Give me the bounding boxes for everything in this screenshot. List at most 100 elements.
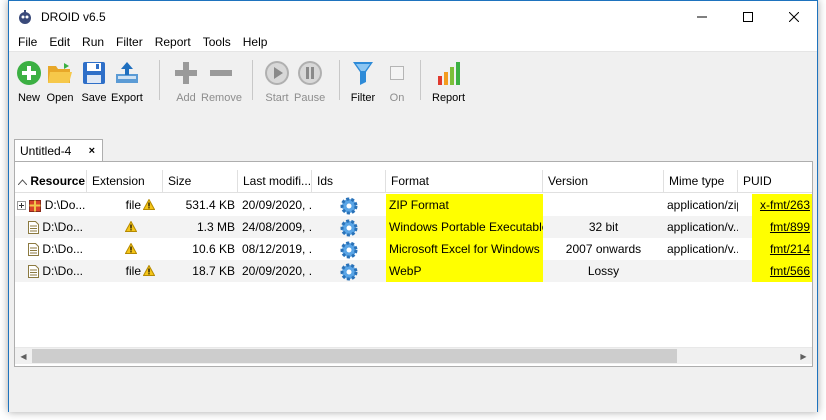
maximize-icon <box>743 11 753 22</box>
menu-filter[interactable]: Filter <box>110 32 149 52</box>
add-button[interactable]: Add <box>172 59 200 104</box>
extension-cell <box>87 238 163 260</box>
format-cell: Windows Portable Executable <box>386 216 543 238</box>
column-header-extension[interactable]: Extension <box>87 170 163 193</box>
document-file-icon <box>28 221 39 235</box>
archive-file-icon <box>29 200 42 213</box>
menu-edit[interactable]: Edit <box>43 32 76 52</box>
table-row[interactable]: D:\Do... 1.3 MB 24/08/2009, ... Windows … <box>15 216 812 238</box>
resource-cell: D:\Do... <box>15 194 87 216</box>
ids-cell <box>312 238 386 260</box>
new-label: New <box>17 92 40 104</box>
minimize-icon <box>697 16 707 17</box>
toolbar: New Open Save Export Add Remove Start Pa… <box>9 52 817 122</box>
droid-app-icon <box>19 9 31 24</box>
open-button[interactable]: Open <box>46 59 74 104</box>
column-header-last-modified[interactable]: Last modifi... <box>238 170 312 193</box>
scroll-left-arrow-icon[interactable]: ◀ <box>15 348 32 365</box>
puid-link[interactable]: fmt/899 <box>752 216 812 238</box>
scroll-right-arrow-icon[interactable]: ▶ <box>795 348 812 365</box>
window-controls <box>679 1 817 32</box>
gear-icon <box>340 241 358 259</box>
export-button[interactable]: Export <box>111 59 143 104</box>
title-bar[interactable]: DROID v6.5 <box>9 1 817 32</box>
grid-header: Resource Extension Size Last modifi... I… <box>15 170 812 193</box>
start-button[interactable]: Start <box>263 59 291 104</box>
report-label: Report <box>432 92 466 104</box>
table-row[interactable]: D:\Do... file 531.4 KB 20/09/2020, ... Z… <box>15 194 812 216</box>
size-cell: 18.7 KB <box>192 264 235 278</box>
table-row[interactable]: D:\Do... 10.6 KB 08/12/2019, ... Microso… <box>15 238 812 260</box>
play-icon <box>263 59 291 87</box>
resource-cell: D:\Do... <box>15 260 87 282</box>
puid-link[interactable]: x-fmt/263 <box>752 194 812 216</box>
droid-window: DROID v6.5 File Edit Run Filter Report T… <box>8 0 818 412</box>
menu-run[interactable]: Run <box>76 32 110 52</box>
column-header-version[interactable]: Version <box>543 170 664 193</box>
column-header-ids[interactable]: Ids <box>312 170 386 193</box>
minimize-button[interactable] <box>679 1 725 32</box>
ids-cell <box>312 216 386 238</box>
toolbar-separator <box>339 60 340 100</box>
puid-link[interactable]: fmt/566 <box>752 260 812 282</box>
close-window-button[interactable] <box>771 1 817 32</box>
mime-type-cell <box>664 260 738 282</box>
checkbox-icon <box>383 59 411 87</box>
column-header-resource[interactable]: Resource <box>15 170 87 193</box>
menu-help[interactable]: Help <box>237 32 274 52</box>
save-button[interactable]: Save <box>80 59 108 104</box>
pause-label: Pause <box>294 92 326 104</box>
export-label: Export <box>111 92 143 104</box>
warning-icon <box>143 265 155 276</box>
horizontal-scrollbar[interactable]: ◀ ▶ <box>15 347 812 364</box>
menu-tools[interactable]: Tools <box>197 32 237 52</box>
window-title: DROID v6.5 <box>41 9 106 24</box>
results-grid: Resource Extension Size Last modifi... I… <box>14 161 813 367</box>
remove-button[interactable]: Remove <box>201 59 242 104</box>
ids-cell <box>312 260 386 282</box>
extension-cell: file <box>87 260 163 282</box>
report-button[interactable]: Report <box>432 59 465 104</box>
filter-on-checkbox[interactable]: On <box>383 59 411 104</box>
maximize-button[interactable] <box>725 1 771 32</box>
mime-type-cell: application/zip <box>667 198 738 212</box>
puid-link[interactable]: fmt/214 <box>752 238 812 260</box>
document-file-icon <box>28 243 39 257</box>
table-row[interactable]: D:\Do... file 18.7 KB 20/09/2020, ... We… <box>15 260 812 282</box>
add-label: Add <box>176 92 196 104</box>
column-header-size[interactable]: Size <box>163 170 238 193</box>
close-icon <box>789 11 799 22</box>
scrollbar-thumb[interactable] <box>32 349 677 363</box>
gear-icon <box>340 197 358 215</box>
expand-plus-icon[interactable] <box>17 201 26 211</box>
start-label: Start <box>265 92 289 104</box>
filter-button[interactable]: Filter <box>349 59 377 104</box>
filter-label: Filter <box>350 92 376 104</box>
toolbar-separator <box>420 60 421 100</box>
ids-cell <box>312 194 386 216</box>
open-label: Open <box>46 92 74 104</box>
toolbar-separator <box>252 60 253 100</box>
extension-cell: file <box>87 194 163 216</box>
tab-untitled-4[interactable]: Untitled-4 × <box>14 139 103 161</box>
menu-report[interactable]: Report <box>149 32 197 52</box>
new-button[interactable]: New <box>15 59 43 104</box>
gear-icon <box>340 219 358 237</box>
last-modified-cell: 20/09/2020, ... <box>242 264 312 278</box>
last-modified-cell: 20/09/2020, ... <box>242 198 312 212</box>
version-cell: Lossy <box>587 264 620 278</box>
column-header-mime-type[interactable]: Mime type <box>664 170 738 193</box>
tab-close-icon[interactable]: × <box>89 145 95 157</box>
column-header-puid[interactable]: PUID <box>738 170 812 193</box>
column-header-format[interactable]: Format <box>386 170 543 193</box>
format-cell: ZIP Format <box>386 194 543 216</box>
resource-cell: D:\Do... <box>15 216 87 238</box>
document-file-icon <box>28 265 39 279</box>
document-tabs: Untitled-4 × <box>9 137 817 161</box>
menu-file[interactable]: File <box>9 32 43 52</box>
pause-button[interactable]: Pause <box>294 59 325 104</box>
status-area <box>9 367 817 412</box>
version-cell: 2007 onwards <box>565 242 642 256</box>
version-cell: 32 bit <box>588 220 619 234</box>
size-cell: 531.4 KB <box>185 198 235 212</box>
